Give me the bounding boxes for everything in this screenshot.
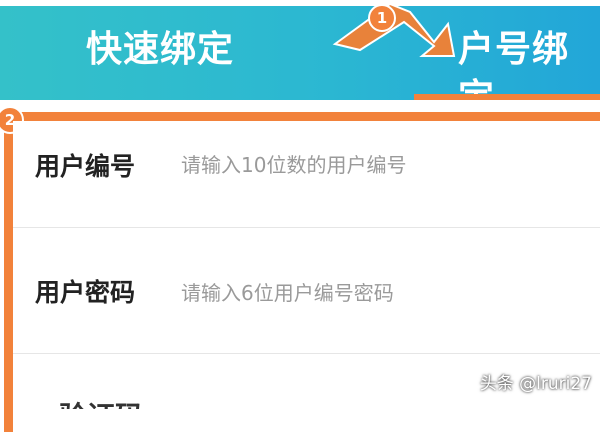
user-password-input[interactable]	[181, 275, 581, 311]
header-top-edge	[0, 0, 600, 6]
user-number-label: 用户编号	[35, 152, 136, 181]
user-number-row: 用户编号	[13, 121, 600, 228]
next-field-label: 验证码	[59, 395, 159, 409]
tab-header: 快速绑定 户号绑定	[0, 0, 600, 118]
user-number-input[interactable]	[181, 147, 581, 183]
callout-badge-1: 1	[368, 4, 396, 32]
watermark: 头条 @lruri27	[479, 374, 592, 394]
callout-arrow-icon	[332, 2, 456, 57]
bind-form: 用户编号 用户密码 验证码	[13, 121, 600, 409]
tab-account-bind[interactable]: 户号绑定	[458, 26, 600, 122]
tab-quick-bind[interactable]: 快速绑定	[86, 26, 234, 74]
user-password-label: 用户密码	[35, 278, 136, 307]
user-password-row: 用户密码	[13, 227, 600, 354]
next-field-label-clipped: 验证码	[59, 379, 159, 409]
active-tab-indicator	[414, 94, 600, 100]
